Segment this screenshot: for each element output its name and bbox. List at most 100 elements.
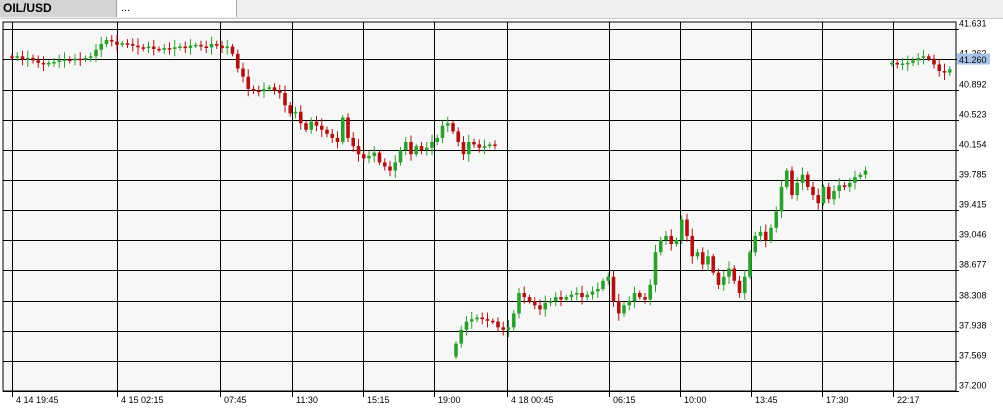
- candle-body: [88, 56, 93, 58]
- candle-body: [580, 293, 584, 298]
- candle-body: [466, 142, 471, 155]
- y-tick-label: 37.938: [959, 321, 987, 331]
- y-tick-label: 37.569: [959, 351, 987, 361]
- candle-body: [393, 162, 398, 171]
- candle-body: [790, 170, 794, 196]
- candle-body: [711, 256, 716, 273]
- candle-body: [727, 268, 731, 277]
- candle-body: [532, 301, 537, 306]
- tab-more[interactable]: ...: [118, 0, 237, 17]
- candle-body: [832, 190, 836, 200]
- candle-body: [774, 211, 779, 228]
- candle-body: [409, 142, 413, 155]
- candle-body: [477, 144, 482, 148]
- candle-body: [172, 47, 177, 49]
- candle-body: [419, 146, 424, 151]
- candle-body: [800, 174, 805, 183]
- y-tick-label: 41.631: [959, 19, 987, 29]
- candle: [821, 184, 826, 206]
- candle-body: [779, 186, 784, 212]
- candle-body: [183, 46, 188, 49]
- y-tick-label: 39.415: [959, 200, 987, 210]
- y-tick-label: 39.046: [959, 230, 987, 240]
- price-axis: 41.63141.26240.89240.52340.15439.78539.4…: [956, 19, 987, 392]
- candle-body: [382, 162, 387, 167]
- candle-body: [821, 186, 826, 204]
- candle-body: [564, 297, 569, 300]
- candle-body: [272, 87, 277, 91]
- candle-body: [340, 117, 345, 143]
- candle-body: [480, 317, 485, 320]
- candle-body: [225, 46, 230, 49]
- last-price-label: 41.260: [959, 55, 987, 65]
- candle-body: [895, 62, 900, 65]
- candle-body: [475, 317, 479, 320]
- candle-body: [679, 219, 684, 240]
- candle-body: [590, 291, 595, 295]
- x-tick-label: 17:30: [826, 395, 849, 405]
- candle-body: [863, 170, 868, 175]
- candle-body: [10, 56, 14, 58]
- symbol-tab-bar: OIL/USD ...: [0, 0, 1003, 19]
- candle-body: [319, 125, 324, 130]
- x-tick-label: 13:45: [755, 395, 778, 405]
- candle-body: [99, 44, 104, 50]
- candle-body: [309, 121, 314, 130]
- candle-body: [616, 301, 621, 314]
- candle: [454, 341, 458, 360]
- candle-body: [151, 46, 156, 49]
- candle-body: [104, 39, 109, 45]
- candle-body: [482, 146, 487, 148]
- candle-body: [517, 293, 521, 314]
- candle-body: [706, 256, 710, 265]
- candle-body: [695, 252, 700, 257]
- candle-body: [506, 327, 511, 330]
- candle-body: [658, 239, 663, 253]
- candle-body: [403, 142, 408, 151]
- candle-body: [214, 44, 219, 46]
- candle-body: [543, 302, 548, 310]
- candle-body: [325, 129, 329, 134]
- candle-body: [351, 137, 356, 147]
- candle-body: [115, 41, 119, 45]
- candle-body: [304, 123, 308, 130]
- candle-body: [256, 90, 261, 93]
- candle-body: [653, 252, 658, 285]
- candle-body: [538, 305, 542, 310]
- candle-body: [46, 62, 51, 65]
- candle-body: [916, 57, 921, 61]
- y-tick-label: 37.200: [959, 381, 987, 391]
- candle-body: [674, 239, 679, 245]
- candle-body: [94, 49, 98, 57]
- candle-body: [847, 182, 852, 187]
- candle-body: [559, 297, 563, 300]
- candle-body: [890, 62, 894, 65]
- candle-body: [25, 57, 30, 60]
- candle-body: [130, 44, 135, 46]
- candle-body: [611, 276, 616, 302]
- candle-body: [178, 46, 182, 48]
- candle-body: [469, 319, 474, 322]
- candle-body: [414, 146, 419, 155]
- candle-body: [753, 235, 758, 253]
- candle-body: [853, 177, 857, 183]
- candle-body: [637, 293, 642, 298]
- candle-body: [627, 301, 632, 306]
- candle-body: [83, 57, 88, 60]
- candle-body: [905, 62, 910, 65]
- tab-oil-usd[interactable]: OIL/USD: [0, 0, 117, 17]
- candle-body: [511, 313, 516, 328]
- candle-body: [748, 252, 752, 277]
- candle-body: [732, 268, 737, 281]
- candle-body: [574, 293, 579, 295]
- candle-body: [157, 48, 161, 51]
- x-tick-label: 19:00: [438, 395, 461, 405]
- candle-body: [601, 280, 605, 289]
- candle-body: [435, 137, 440, 143]
- candle-body: [721, 276, 726, 285]
- y-tick-label: 40.892: [959, 80, 987, 90]
- x-tick-label: 06:15: [613, 395, 636, 405]
- candle-body: [900, 63, 905, 66]
- oil-usd-candlestick-chart[interactable]: 41.63141.26240.89240.52340.15439.78539.4…: [0, 18, 1003, 414]
- candle-body: [41, 62, 46, 65]
